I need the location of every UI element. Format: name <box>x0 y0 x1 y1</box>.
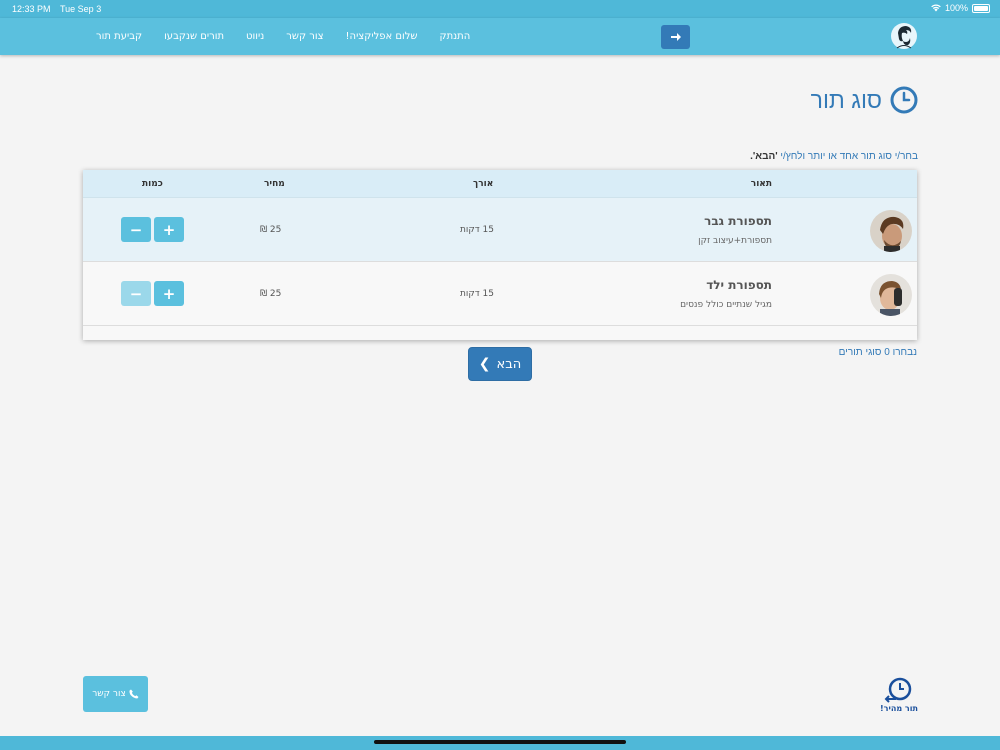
status-date: Tue Sep 3 <box>60 4 102 14</box>
phone-icon <box>129 689 139 699</box>
service-duration: 15 דקות <box>460 225 494 235</box>
header-description: תאור <box>750 179 772 189</box>
nav-contact[interactable]: צור קשר <box>286 31 323 42</box>
quick-clock-icon <box>884 677 912 703</box>
quick-appointment-button[interactable]: תור מהיר! <box>878 677 920 715</box>
table-header: תאור אורך מחיר כמות <box>83 170 917 198</box>
avatar <box>870 210 912 252</box>
avatar <box>870 274 912 316</box>
service-table: תאור אורך מחיר כמות תספורת גבר תספורת+עי… <box>83 170 917 340</box>
contact-button-label: צור קשר <box>92 689 126 699</box>
battery-icon <box>972 3 990 13</box>
next-button-label: הבא <box>496 356 522 372</box>
home-indicator[interactable] <box>374 740 626 744</box>
nav-links: קביעת תור תורים שנקבעו ניווט צור קשר שלו… <box>85 18 481 55</box>
nav-greeting[interactable]: שלום אפליקציה! <box>346 31 418 42</box>
nav-book-appointment[interactable]: קביעת תור <box>96 31 142 42</box>
selected-count: נבחרו 0 סוגי תורים <box>838 347 917 358</box>
nav-navigation[interactable]: ניווט <box>246 31 264 42</box>
instruction-text: בחר/י סוג תור אחד או יותר ולחץ/י 'הבא'. <box>750 151 918 162</box>
page-title-text: סוג תור <box>810 86 882 113</box>
service-name: תספורת ילד <box>706 278 772 292</box>
instruction-prefix: בחר/י סוג תור אחד או יותר ולחץ/י <box>777 151 918 162</box>
table-row[interactable]: תספורת ילד מגיל שנתיים כולל פנסים 15 דקו… <box>83 262 917 326</box>
battery-percent: 100% <box>944 3 968 13</box>
instruction-next-word: 'הבא'. <box>750 151 778 162</box>
status-bar: 12:33 PM Tue Sep 3 100% <box>0 0 1000 18</box>
plus-button[interactable]: + <box>154 217 184 242</box>
service-description: מגיל שנתיים כולל פנסים <box>680 300 772 310</box>
contact-button[interactable]: צור קשר <box>83 676 148 712</box>
nav-arrow-button[interactable] <box>661 25 690 49</box>
table-row[interactable]: תספורת גבר תספורת+עיצוב זקן 15 דקות 25 ₪… <box>83 198 917 262</box>
service-duration: 15 דקות <box>460 289 494 299</box>
service-description: תספורת+עיצוב זקן <box>698 236 772 246</box>
clock-icon <box>890 86 918 114</box>
status-right: 100% <box>931 3 990 13</box>
navbar: קביעת תור תורים שנקבעו ניווט צור קשר שלו… <box>0 18 1000 55</box>
next-button[interactable]: ❮ הבא <box>468 347 532 381</box>
nav-my-appointments[interactable]: תורים שנקבעו <box>164 31 224 42</box>
barber-logo[interactable] <box>889 21 919 52</box>
header-duration: אורך <box>473 179 494 189</box>
wifi-icon <box>931 4 941 12</box>
page-title: סוג תור <box>811 86 918 114</box>
chevron-left-icon: ❮ <box>478 356 491 372</box>
minus-button[interactable]: − <box>121 217 151 242</box>
service-name: תספורת גבר <box>704 214 772 228</box>
minus-button[interactable]: − <box>121 281 151 306</box>
quick-appointment-label: תור מהיר! <box>880 704 918 713</box>
status-time: 12:33 PM <box>12 4 51 14</box>
header-price: מחיר <box>264 179 285 189</box>
nav-logout[interactable]: התנתק <box>440 31 471 42</box>
plus-button[interactable]: + <box>154 281 184 306</box>
service-price: 25 ₪ <box>260 289 282 299</box>
service-price: 25 ₪ <box>260 225 282 235</box>
header-quantity: כמות <box>142 179 163 189</box>
arrow-right-icon <box>670 33 681 41</box>
